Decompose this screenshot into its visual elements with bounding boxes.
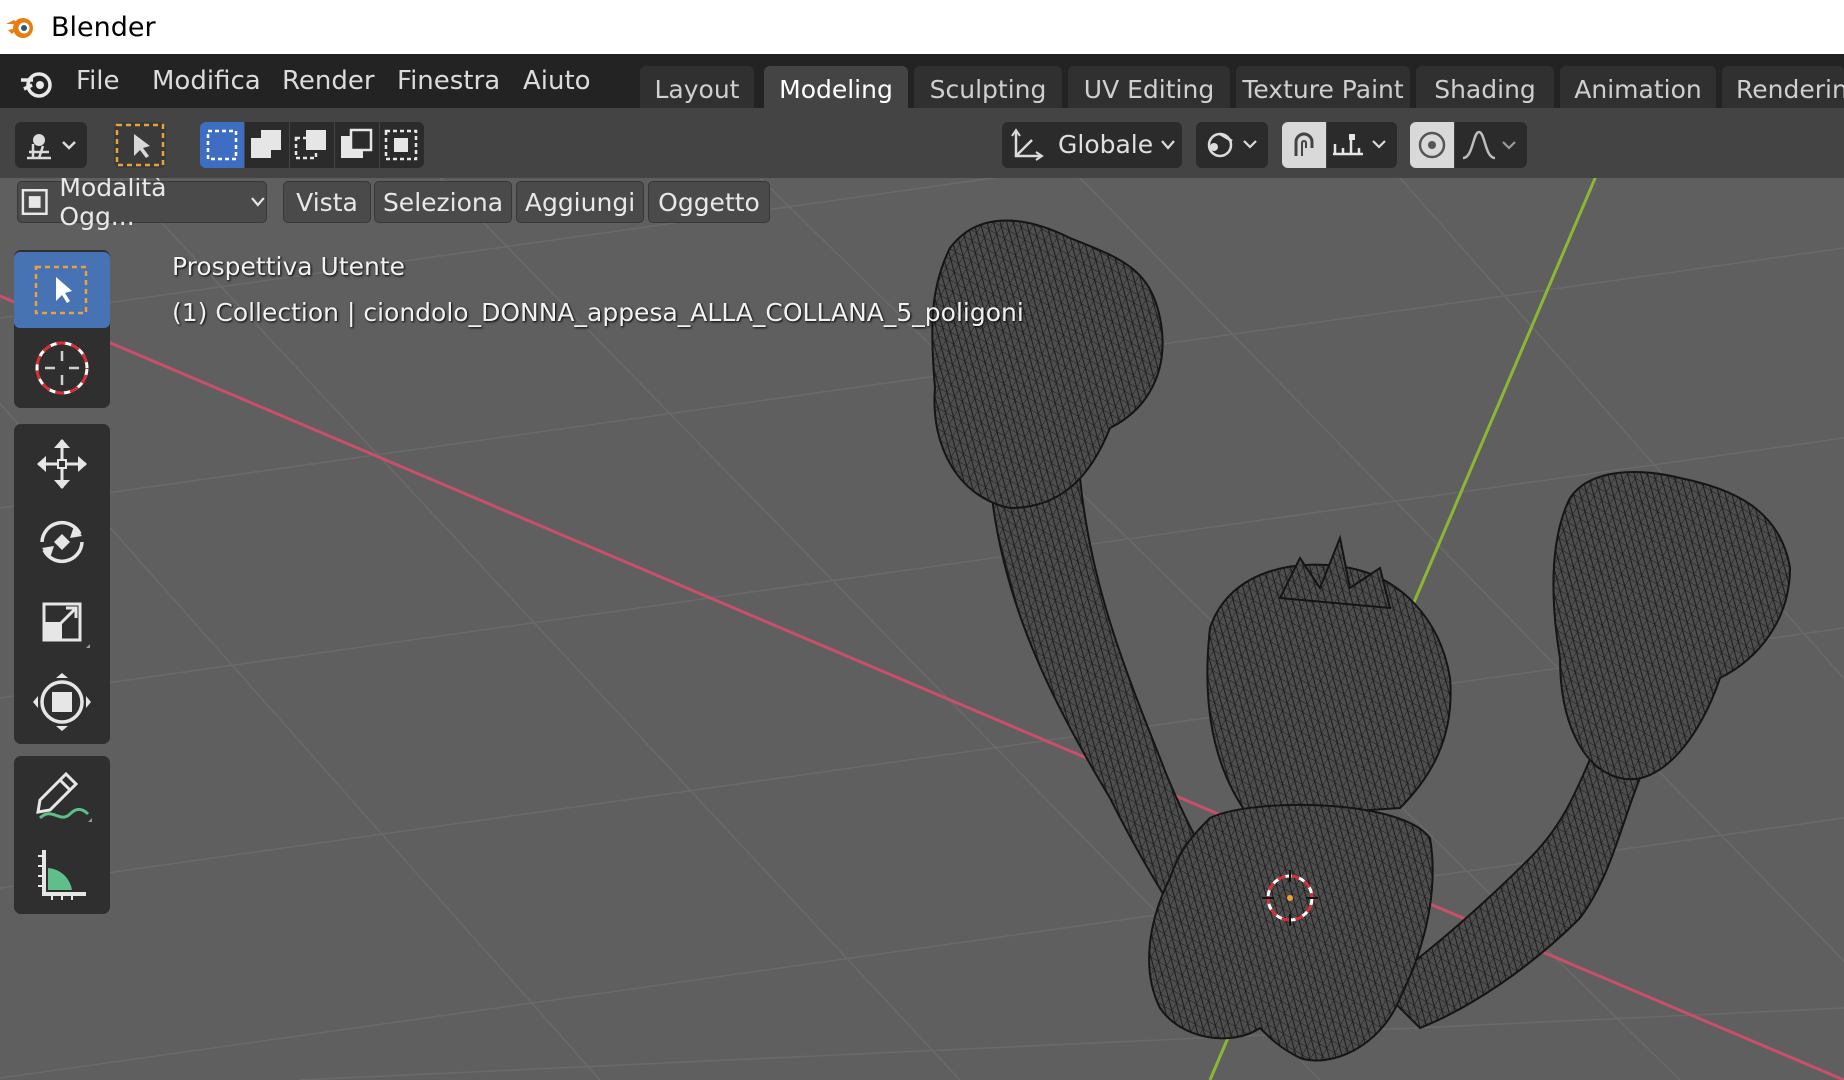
toolbar-group-transform <box>14 424 110 744</box>
cursor-icon <box>35 341 89 395</box>
view-name-label: Prospettiva Utente <box>172 252 406 281</box>
tool-rotate[interactable] <box>14 504 110 580</box>
blender-logo-icon <box>6 18 33 38</box>
tool-scale[interactable] <box>14 584 110 660</box>
select-invert-icon <box>341 128 373 158</box>
orientation-global-icon <box>1011 128 1044 161</box>
snap-element-dropdown[interactable] <box>1327 122 1397 168</box>
select-tweak-button[interactable] <box>114 122 166 168</box>
object-info-label: (1) Collection | ciondolo_DONNA_appesa_A… <box>172 298 1024 327</box>
tool-transform[interactable] <box>14 664 110 740</box>
proportional-falloff-dropdown[interactable] <box>1455 122 1527 168</box>
tool-move[interactable] <box>14 426 110 502</box>
tab-uv-editing[interactable]: UV Editing <box>1068 66 1230 112</box>
window-titlebar: Blender <box>0 0 1844 54</box>
scale-icon <box>42 602 90 648</box>
annotate-pencil-icon <box>36 771 92 822</box>
menu-finestra[interactable]: Finestra <box>397 66 500 96</box>
select-subtract-icon <box>294 130 326 160</box>
tab-texture-paint[interactable]: Texture Paint <box>1236 66 1410 112</box>
tool-annotate[interactable] <box>14 758 110 834</box>
falloff-curve-icon <box>1462 130 1516 160</box>
transform-orientation-dropdown[interactable]: Globale <box>1002 122 1182 168</box>
menu-render[interactable]: Render <box>282 66 375 96</box>
select-mode-invert[interactable] <box>335 122 379 168</box>
select-mode-new[interactable] <box>200 122 244 168</box>
interaction-mode-label: Modalità Ogg... <box>59 178 167 231</box>
tab-modeling[interactable]: Modeling <box>764 66 908 112</box>
chevron-down-icon <box>251 197 265 207</box>
tool-select-box[interactable] <box>14 252 110 328</box>
object-mode-icon <box>21 188 48 216</box>
select-box-icon <box>34 265 88 315</box>
tool-measure[interactable] <box>14 836 110 912</box>
proportional-edit-toggle[interactable] <box>1410 122 1454 168</box>
blender-menu-icon[interactable] <box>18 65 56 103</box>
editor-type-selector[interactable] <box>15 122 87 168</box>
tab-sculpting[interactable]: Sculpting <box>914 66 1062 112</box>
select-new-icon <box>206 129 238 161</box>
menu-file[interactable]: File <box>76 66 120 96</box>
transform-icon <box>33 673 91 731</box>
top-bar: File Modifica Render Finestra Aiuto Layo… <box>0 54 1844 112</box>
select-intersect-icon <box>384 129 418 161</box>
menu-vista[interactable]: Vista <box>283 181 371 223</box>
interaction-mode-dropdown[interactable]: Modalità Ogg... <box>17 178 267 231</box>
window-title: Blender <box>51 11 156 43</box>
menu-modifica[interactable]: Modifica <box>152 66 261 96</box>
toolbar-group-select <box>14 250 110 408</box>
select-extend-icon <box>251 130 281 158</box>
menu-aggiungi[interactable]: Aggiungi <box>516 181 644 223</box>
select-mode-subtract[interactable] <box>290 122 334 168</box>
chevron-down-icon <box>1161 140 1175 150</box>
menu-seleziona[interactable]: Seleziona <box>374 181 512 223</box>
pivot-point-icon <box>1207 132 1257 158</box>
mesh-wireframe <box>931 219 1792 1062</box>
snap-toggle[interactable] <box>1282 122 1326 168</box>
transform-orientation-label: Globale <box>1058 130 1154 159</box>
proportional-edit-icon <box>1418 131 1446 159</box>
tab-layout[interactable]: Layout <box>640 66 754 112</box>
select-tweak-icon <box>115 123 165 167</box>
tool-cursor[interactable] <box>14 330 110 406</box>
select-mode-intersect[interactable] <box>380 122 424 168</box>
tab-animation[interactable]: Animation <box>1560 66 1716 112</box>
menu-aiuto[interactable]: Aiuto <box>523 66 591 96</box>
snap-increment-icon <box>1333 134 1386 156</box>
tool-header: Globale <box>0 112 1844 178</box>
toolbar-group-annotate <box>14 756 110 914</box>
3d-viewport-icon <box>27 134 76 160</box>
pivot-point-dropdown[interactable] <box>1196 122 1268 168</box>
measure-ruler-icon <box>38 850 86 900</box>
select-mode-extend[interactable] <box>245 122 289 168</box>
rotate-icon <box>40 520 84 564</box>
3d-viewport[interactable]: Modalità Ogg... Vista Seleziona Aggiungi… <box>0 178 1844 1080</box>
move-icon <box>37 439 87 489</box>
tab-shading[interactable]: Shading <box>1416 66 1554 112</box>
tab-rendering[interactable]: Renderin <box>1722 66 1844 112</box>
menu-oggetto[interactable]: Oggetto <box>648 181 770 223</box>
magnet-icon <box>1294 132 1314 156</box>
